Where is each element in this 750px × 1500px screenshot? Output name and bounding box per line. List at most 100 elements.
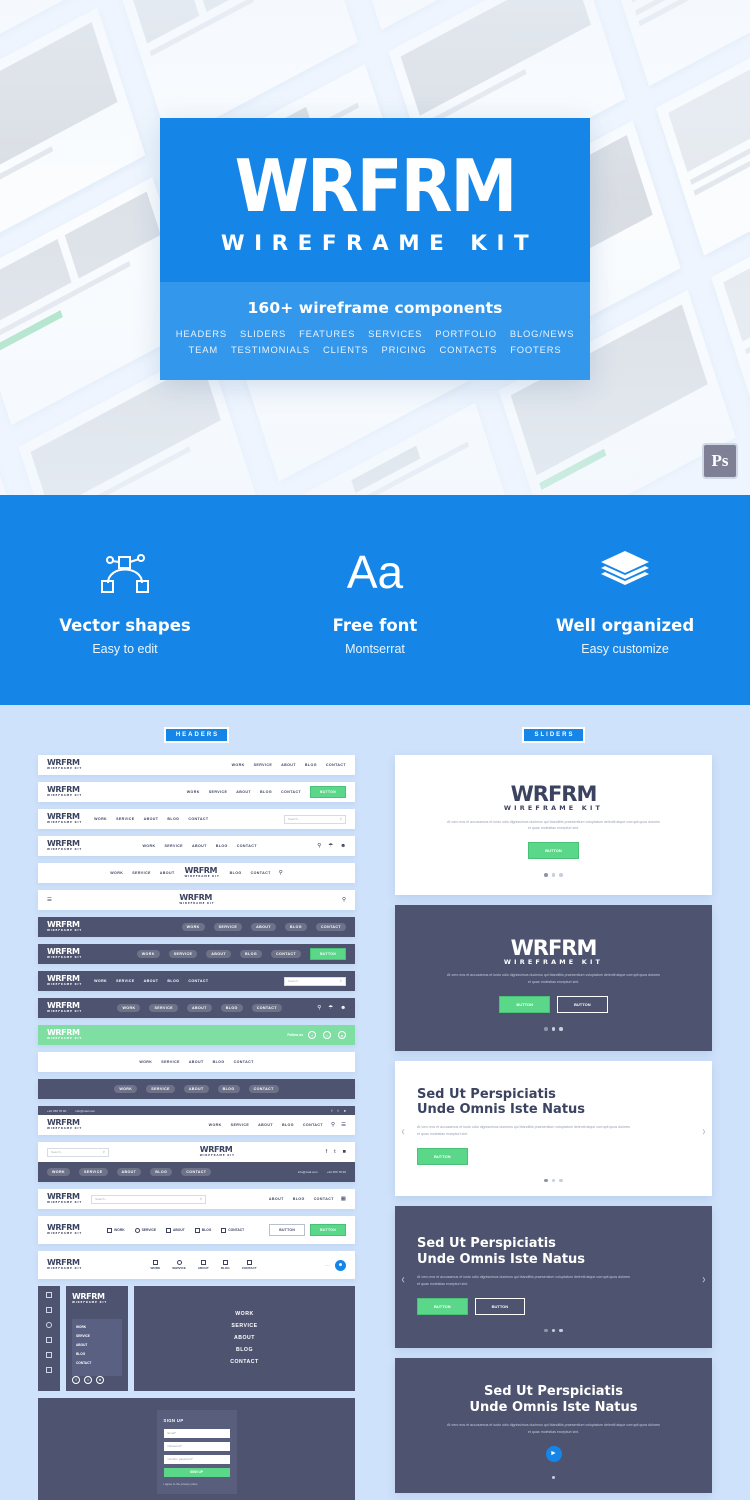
nav-service[interactable]: SERVICE [149,1004,178,1012]
nav-item-blog[interactable]: BLOG [221,1260,230,1270]
nav-contact[interactable]: CONTACT [188,817,208,821]
confirm-password-field[interactable]: Confirm password* [163,1454,230,1464]
primary-button[interactable]: BUTTON [499,996,550,1014]
header-variant-14-with-topbar[interactable]: +22 456 78 90 info@mail.com f t ● WRFRM W… [38,1106,355,1135]
dot-3[interactable] [559,873,563,877]
fullscreen-menu-overlay[interactable]: WORK SERVICE ABOUT BLOG CONTACT [134,1286,355,1391]
slider-dots[interactable] [409,1027,698,1031]
nav-about[interactable]: ABOUT [269,1197,284,1201]
nav-about[interactable]: ABOUT [281,763,296,767]
icon-rail-sidebar[interactable] [38,1286,60,1391]
nav-work[interactable]: WORK [181,923,205,931]
nav-blog[interactable]: BLOG [282,1123,294,1127]
nav-blog[interactable]: BLOG [230,871,242,875]
search-icon[interactable]: ⚲ [340,817,342,821]
slider-dots[interactable] [417,1178,690,1183]
nav-service[interactable]: SERVICE [168,950,198,958]
search-icon[interactable]: ⚲ [103,1150,105,1154]
cta-button[interactable]: BUTTON [310,786,346,798]
header-variant-5[interactable]: WORK SERVICE ABOUT WRFRM WIREFRAME KIT BL… [38,863,355,883]
header-variant-10-dark[interactable]: WRFRM WIREFRAME KIT WORK SERVICE ABOUT BL… [38,998,355,1018]
signup-form[interactable]: SIGN UP Email* Password* Confirm passwor… [156,1409,237,1494]
header-variant-16-search-wide[interactable]: WRFRM WIREFRAME KIT Search... ⚲ ABOUT BLO… [38,1189,355,1209]
nav-blog[interactable]: BLOG [240,950,263,958]
sidebar-item-about[interactable]: ABOUT [76,1343,118,1347]
nav-work[interactable]: WORK [187,790,200,794]
menu-item-work[interactable]: WORK [235,1311,253,1317]
search-icon[interactable]: ⚲ [342,897,346,903]
facebook-icon[interactable]: f [326,1149,328,1155]
nav-blog[interactable]: BLOG [150,1168,173,1176]
header-variant-7-dark[interactable]: WRFRM WIREFRAME KIT WORK SERVICE ABOUT BL… [38,917,355,937]
header-variant-2[interactable]: WRFRM WIREFRAME KIT WORK SERVICE ABOUT BL… [38,782,355,802]
next-arrow-icon[interactable]: ❯ [702,1129,706,1135]
header-variant-1[interactable]: WRFRM WIREFRAME KIT WORK SERVICE ABOUT BL… [38,755,355,775]
nav-about[interactable]: ABOUT [183,1085,209,1093]
header-variant-8-dark[interactable]: WRFRM WIREFRAME KIT WORK SERVICE ABOUT BL… [38,944,355,964]
facebook-icon[interactable]: f [72,1375,80,1384]
user-icon[interactable]: ☻ [340,843,346,849]
twitter-icon[interactable]: t [337,1108,338,1113]
nav-service[interactable]: SERVICE [78,1168,108,1176]
nav-work[interactable]: WORK [209,1123,222,1127]
search-icon[interactable]: ⚲ [340,979,342,983]
nav-blog[interactable]: BLOG [284,923,307,931]
nav-item-contact[interactable]: CONTACT [242,1260,257,1270]
email-address[interactable]: info@mail.com [298,1170,318,1174]
nav-blog[interactable]: BLOG [213,1060,225,1064]
menu-item-about[interactable]: ABOUT [234,1335,255,1341]
header-variant-13-dark-centered[interactable]: WORK SERVICE ABOUT BLOG CONTACT [38,1079,355,1099]
nav-about[interactable]: ABOUT [144,979,159,983]
nav-contact[interactable]: CONTACT [303,1123,323,1127]
nav-item-service[interactable]: SERVICE [172,1260,186,1270]
instagram-icon[interactable]: ● [344,1108,346,1113]
work-icon[interactable] [46,1307,52,1313]
slider-buttons[interactable]: BUTTON [409,842,698,860]
phone-number[interactable]: +22 456 78 90 [47,1109,66,1113]
cta-button[interactable]: BUTTON [310,948,346,960]
nav-work[interactable]: WORK [94,817,107,821]
search-icon[interactable]: ⚲ [200,1197,202,1201]
social-icons[interactable]: f t ● [308,1031,346,1039]
nav-contact[interactable]: CONTACT [281,790,301,794]
header-variant-11-green[interactable]: WRFRM WIREFRAME KIT Follow us f t ● [38,1025,355,1045]
facebook-icon[interactable]: f [331,1108,332,1113]
nav-menu[interactable]: WORK SERVICE ABOUT BLOG CONTACT [209,1123,323,1127]
nav-service[interactable]: SERVICE [164,844,183,848]
nav-menu[interactable]: WORK SERVICE ABOUT BLOG CONTACT [47,1168,212,1176]
nav-service[interactable]: SERVICE [231,1123,250,1127]
blog-icon[interactable] [46,1352,52,1358]
user-icon[interactable]: ☻ [340,1005,346,1011]
nav-menu[interactable]: WORK SERVICE ABOUT BLOG CONTACT [142,844,256,848]
nav-about[interactable]: ABOUT [251,923,276,931]
slider-variant-3-light-heading[interactable]: ❮ ❯ Sed Ut Perspiciatis Unde Omnis Iste … [395,1060,712,1197]
nav-blog[interactable]: BLOG [260,790,272,794]
nav-blog[interactable]: BLOG [305,763,317,767]
about-icon[interactable] [46,1337,52,1343]
dot-1[interactable] [544,1178,548,1183]
search-input[interactable]: Search... ⚲ [47,1147,109,1157]
nav-item-about[interactable]: ABOUT [198,1260,209,1270]
dot-2[interactable] [551,1027,556,1031]
nav-menu[interactable]: WORK SERVICE ABOUT BLOG CONTACT [94,817,208,821]
nav-item-service[interactable]: SERVICE [134,1227,156,1233]
nav-service[interactable]: SERVICE [146,1085,175,1093]
sidebar-item-service[interactable]: SERVICE [76,1334,118,1338]
play-button-icon[interactable]: ► [545,1445,562,1462]
dot-3[interactable] [559,1027,563,1031]
nav-about[interactable]: ABOUT [144,817,159,821]
nav-menu[interactable]: WORK SERVICE ABOUT BLOG CONTACT [117,1004,282,1012]
grid-icon[interactable]: ▦ [341,1196,346,1202]
header-icons[interactable]: ⚲ ☂ ☻ [317,1005,346,1011]
slider-scroll-indicator[interactable] [417,1475,690,1480]
nav-about[interactable]: ABOUT [192,844,207,848]
service-icon[interactable] [46,1322,52,1328]
nav-menu-left[interactable]: WORK SERVICE ABOUT [110,871,174,875]
nav-contact[interactable]: CONTACT [251,1004,282,1012]
dot-2[interactable] [551,873,556,877]
cart-icon[interactable]: ☂ [328,1005,333,1011]
nav-menu[interactable]: WORK SERVICE ABOUT BLOG CONTACT [136,950,302,958]
dot-3[interactable] [559,1178,563,1183]
search-icon[interactable]: ⚲ [317,843,321,849]
privacy-checkbox-label[interactable]: I agree to the privacy policy [164,1482,230,1486]
